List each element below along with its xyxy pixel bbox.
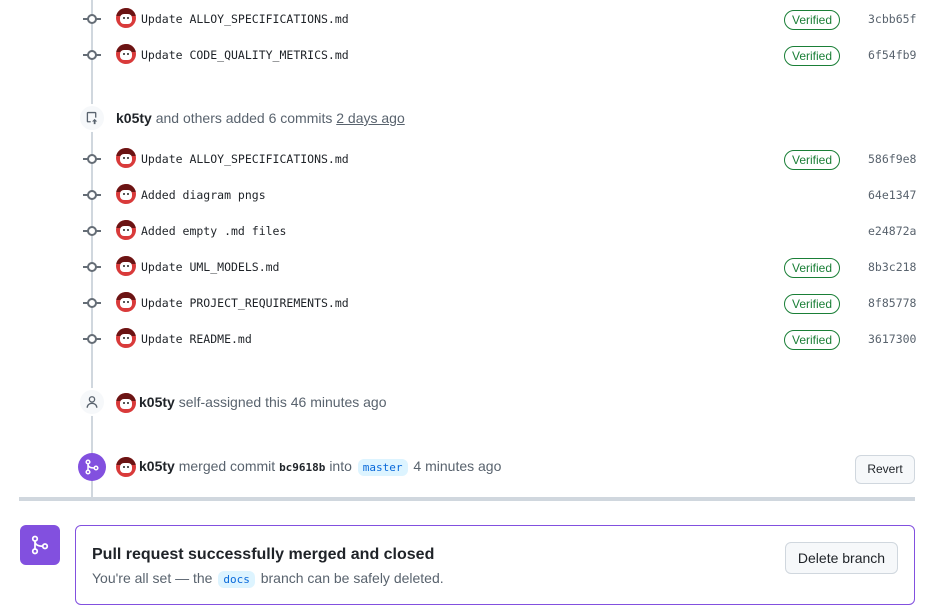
commit-message-link[interactable]: Update README.md (141, 332, 252, 346)
commit-message-link[interactable]: Update PROJECT_REQUIREMENTS.md (141, 296, 349, 310)
commit-sha-link[interactable]: 64e1347 (868, 188, 916, 202)
verified-badge[interactable]: Verified (784, 150, 840, 170)
timestamp-link[interactable]: 2 days ago (336, 110, 405, 126)
verified-badge[interactable]: Verified (784, 46, 840, 66)
target-branch-label[interactable]: master (357, 459, 408, 476)
actor-link[interactable]: k05ty (116, 110, 152, 126)
commit-row: Added diagram pngs 64e1347 (0, 177, 932, 213)
git-merge-icon (78, 453, 106, 481)
delete-branch-button[interactable]: Delete branch (785, 542, 898, 574)
avatar[interactable] (116, 328, 136, 348)
avatar[interactable] (116, 44, 136, 64)
commit-row: Update PROJECT_REQUIREMENTS.md Verified … (0, 285, 932, 321)
commit-sha-link[interactable]: 586f9e8 (868, 152, 916, 166)
avatar[interactable] (116, 220, 136, 240)
git-commit-icon (83, 333, 101, 345)
merge-status-title: Pull request successfully merged and clo… (92, 546, 435, 563)
commit-sha-link[interactable]: 6f54fb9 (868, 48, 916, 62)
git-commit-icon (83, 225, 101, 237)
timestamp-link[interactable]: 46 minutes ago (291, 394, 387, 410)
commit-message-link[interactable]: Added diagram pngs (141, 188, 266, 202)
verified-badge[interactable]: Verified (784, 10, 840, 30)
commit-sha-link[interactable]: 8f85778 (868, 296, 916, 310)
commit-sha-link[interactable]: e24872a (868, 224, 916, 238)
verified-badge[interactable]: Verified (784, 294, 840, 314)
avatar[interactable] (116, 457, 136, 477)
commit-message-link[interactable]: Update ALLOY_SPECIFICATIONS.md (141, 152, 349, 166)
repo-push-icon (78, 104, 106, 132)
avatar[interactable] (116, 8, 136, 28)
avatar[interactable] (116, 256, 136, 276)
git-commit-icon (83, 13, 101, 25)
commit-row: Update UML_MODELS.md Verified 8b3c218 (0, 249, 932, 285)
commit-row: Update ALLOY_SPECIFICATIONS.md Verified … (0, 1, 932, 37)
git-commit-icon (83, 261, 101, 273)
push-event-text: k05ty and others added 6 commits 2 days … (116, 110, 405, 126)
into-label: into (329, 458, 352, 474)
source-branch-label[interactable]: docs (218, 571, 255, 588)
merge-commit-sha-link[interactable]: bc9618b (279, 461, 325, 474)
commit-sha-link[interactable]: 8b3c218 (868, 260, 916, 274)
avatar[interactable] (116, 292, 136, 312)
git-commit-icon (83, 49, 101, 61)
git-merge-icon (20, 525, 60, 565)
merge-event-text: k05ty merged commit bc9618b into master … (139, 458, 501, 476)
commit-sha-link[interactable]: 3cbb65f (868, 12, 916, 26)
commit-row: Update README.md Verified 3617300 (0, 321, 932, 357)
merge-status-subtitle: You're all set — the docs branch can be … (92, 570, 444, 588)
assign-event-text: k05ty self-assigned this 46 minutes ago (139, 394, 387, 410)
avatar[interactable] (116, 148, 136, 168)
timestamp-link[interactable]: 4 minutes ago (413, 458, 501, 474)
git-commit-icon (83, 189, 101, 201)
verified-badge[interactable]: Verified (784, 330, 840, 350)
timeline-divider (19, 497, 915, 501)
git-commit-icon (83, 297, 101, 309)
assign-event-description: self-assigned this (178, 394, 287, 410)
push-event-description: and others added 6 commits (155, 110, 333, 126)
actor-link[interactable]: k05ty (139, 458, 175, 474)
person-icon (78, 388, 106, 416)
merge-status-suffix: branch can be safely deleted. (260, 570, 444, 586)
git-commit-icon (83, 153, 101, 165)
actor-link[interactable]: k05ty (139, 394, 175, 410)
commit-row: Update CODE_QUALITY_METRICS.md Verified … (0, 37, 932, 73)
commit-row: Added empty .md files e24872a (0, 213, 932, 249)
merge-status-prefix: You're all set — the (92, 570, 213, 586)
commit-message-link[interactable]: Update CODE_QUALITY_METRICS.md (141, 48, 349, 62)
avatar[interactable] (116, 184, 136, 204)
commit-message-link[interactable]: Update ALLOY_SPECIFICATIONS.md (141, 12, 349, 26)
commit-row: Update ALLOY_SPECIFICATIONS.md Verified … (0, 141, 932, 177)
commit-message-link[interactable]: Added empty .md files (141, 224, 286, 238)
revert-button[interactable]: Revert (855, 455, 915, 484)
commit-message-link[interactable]: Update UML_MODELS.md (141, 260, 279, 274)
commit-sha-link[interactable]: 3617300 (868, 332, 916, 346)
merge-event-description: merged commit (178, 458, 276, 474)
avatar[interactable] (116, 393, 136, 413)
verified-badge[interactable]: Verified (784, 258, 840, 278)
